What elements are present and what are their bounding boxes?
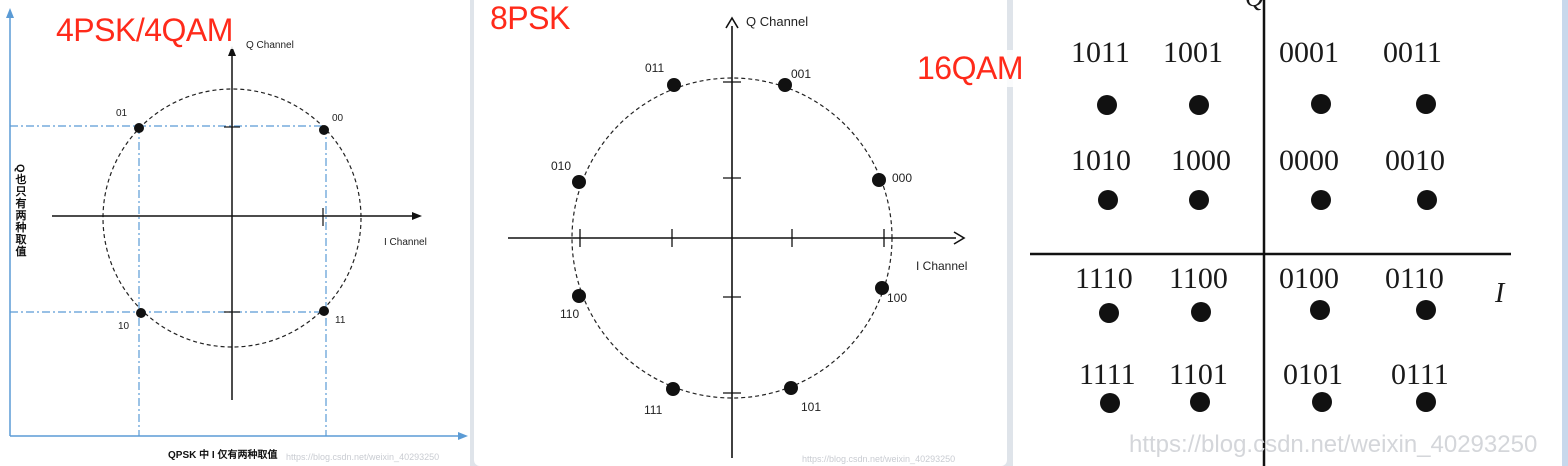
point-010 <box>572 175 586 189</box>
i-note: QPSK 中 I 仅有两种取值 <box>168 448 277 461</box>
qpsk-panel: 01 00 10 11 Q Channel I Channel Q也只有两种取值… <box>0 0 470 466</box>
q-axis-label: Q Channel <box>746 14 808 29</box>
projection-guides <box>10 125 327 436</box>
point-10 <box>136 308 146 318</box>
point-001 <box>778 78 792 92</box>
watermark: https://blog.csdn.net/weixin_40293250 <box>802 454 955 464</box>
i-axis-label: I Channel <box>916 259 967 273</box>
point-label-001: 001 <box>791 67 811 81</box>
point-label-010: 010 <box>551 159 571 173</box>
point-011 <box>667 78 681 92</box>
qpsk-diagram: 01 00 10 11 Q Channel I Channel Q也只有两种取值… <box>6 8 468 462</box>
label-1100: 1100 <box>1169 262 1228 295</box>
label-1111: 1111 <box>1079 358 1136 391</box>
point-label-000: 000 <box>892 171 912 185</box>
point-label-10: 10 <box>118 321 130 332</box>
label-1101: 1101 <box>1169 358 1228 391</box>
point-label-01: 01 <box>116 108 128 119</box>
point-110 <box>572 289 586 303</box>
label-1011: 1011 <box>1071 36 1130 69</box>
label-1000: 1000 <box>1171 144 1231 177</box>
psk8-points <box>572 78 889 396</box>
label-1010: 1010 <box>1071 144 1131 177</box>
qam16-panel: 1011 1001 0001 0011 1010 1000 0000 0010 … <box>1013 0 1568 466</box>
label-1001: 1001 <box>1163 36 1223 69</box>
q-axis-label: Q <box>1245 0 1264 12</box>
i-axis-arrow <box>412 212 422 220</box>
label-0100: 0100 <box>1279 262 1339 295</box>
point-label-100: 100 <box>887 291 907 305</box>
watermark: https://blog.csdn.net/weixin_40293250 <box>1129 431 1537 458</box>
point-label-11: 11 <box>335 315 346 326</box>
qam16-title: 16QAM <box>913 50 1027 87</box>
label-0101: 0101 <box>1283 358 1343 391</box>
point-label-011: 011 <box>645 61 664 75</box>
label-0000: 0000 <box>1279 144 1339 177</box>
q-axis-label: Q Channel <box>246 40 294 51</box>
psk8-title: 8PSK <box>490 0 570 36</box>
point-000 <box>872 173 886 187</box>
frame-right-arrow <box>458 432 468 440</box>
point-label-101: 101 <box>801 400 821 414</box>
label-0011: 0011 <box>1383 36 1442 69</box>
point-label-111: 111 <box>644 403 663 417</box>
point-label-00: 00 <box>332 113 344 124</box>
qam16-diagram: 1011 1001 0001 0011 1010 1000 0000 0010 … <box>1030 0 1568 466</box>
label-0110: 0110 <box>1385 262 1444 295</box>
label-0010: 0010 <box>1385 144 1445 177</box>
point-11 <box>319 306 329 316</box>
watermark: https://blog.csdn.net/weixin_40293250 <box>286 452 439 462</box>
qam16-labels: 1011 1001 0001 0011 1010 1000 0000 0010 … <box>1071 36 1449 391</box>
point-label-110: 110 <box>560 307 579 321</box>
edge-strip <box>1562 0 1568 466</box>
point-00 <box>319 125 329 135</box>
point-01 <box>134 123 144 133</box>
point-101 <box>784 381 798 395</box>
i-axis-label: I <box>1494 278 1506 309</box>
label-1110: 1110 <box>1075 262 1133 295</box>
frame-up-arrow <box>6 8 14 18</box>
label-0111: 0111 <box>1391 358 1449 391</box>
label-0001: 0001 <box>1279 36 1339 69</box>
qpsk-title: 4PSK/4QAM <box>52 12 237 49</box>
point-111 <box>666 382 680 396</box>
i-axis-label: I Channel <box>384 237 427 248</box>
q-note-vertical: Q也只有两种取值 <box>14 164 28 258</box>
